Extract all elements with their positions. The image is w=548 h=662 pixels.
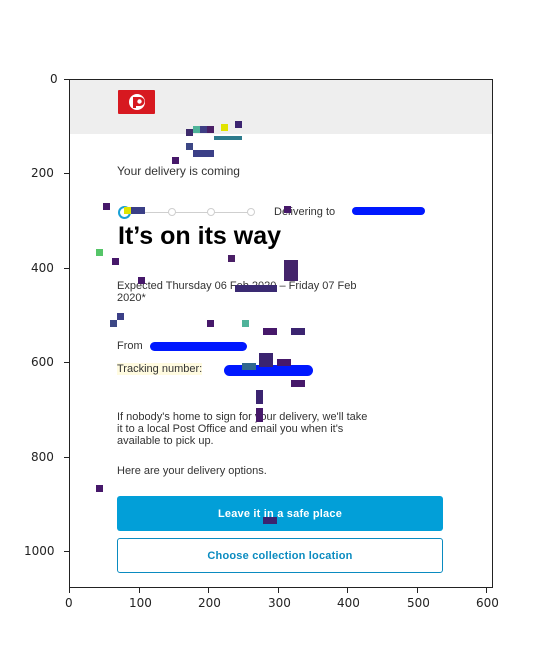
y-tick bbox=[64, 551, 69, 552]
header-text: Your delivery is coming bbox=[117, 164, 240, 178]
noise-pixel bbox=[284, 206, 291, 213]
noise-pixel bbox=[186, 129, 193, 136]
y-tick-label: 400 bbox=[31, 261, 54, 275]
tracking-label: Tracking number: bbox=[117, 363, 203, 375]
noise-pixel bbox=[256, 408, 263, 422]
x-tick bbox=[417, 588, 418, 593]
x-tick-label: 0 bbox=[65, 596, 73, 610]
noise-pixel bbox=[103, 203, 110, 210]
x-tick bbox=[69, 588, 70, 593]
noise-pixel bbox=[96, 485, 103, 492]
noise-pixel bbox=[263, 328, 277, 335]
noise-pixel bbox=[235, 121, 242, 128]
y-tick bbox=[64, 173, 69, 174]
noise-pixel bbox=[256, 390, 263, 404]
from-label: From bbox=[117, 340, 143, 352]
noise-pixel bbox=[207, 126, 214, 133]
x-tick bbox=[139, 588, 140, 593]
noise-pixel bbox=[138, 277, 145, 284]
x-tick bbox=[278, 588, 279, 593]
y-tick-label: 200 bbox=[31, 166, 54, 180]
y-tick-label: 0 bbox=[50, 72, 58, 86]
noise-pixel bbox=[186, 143, 193, 150]
y-tick-label: 600 bbox=[31, 355, 54, 369]
noise-pixel bbox=[259, 353, 273, 367]
redacted-sender bbox=[150, 342, 247, 351]
y-tick bbox=[64, 362, 69, 363]
noise-pixel bbox=[277, 359, 291, 366]
noise-pixel bbox=[200, 126, 207, 133]
noise-pixel bbox=[214, 136, 242, 140]
y-tick-label: 1000 bbox=[24, 544, 55, 558]
y-tick bbox=[64, 79, 69, 80]
expected-date-line-2: 2020* bbox=[117, 292, 146, 304]
y-tick-label: 800 bbox=[31, 450, 54, 464]
x-tick bbox=[208, 588, 209, 593]
x-tick-label: 400 bbox=[337, 596, 360, 610]
noise-pixel bbox=[131, 207, 145, 214]
noise-pixel bbox=[291, 380, 305, 387]
noise-pixel bbox=[193, 150, 214, 157]
x-tick-label: 300 bbox=[268, 596, 291, 610]
y-tick bbox=[64, 268, 69, 269]
plot-area: Your delivery is coming Delivering to It… bbox=[69, 79, 493, 588]
noise-pixel bbox=[96, 249, 103, 256]
progress-step bbox=[247, 208, 255, 216]
body-line-1: If nobody's home to sign for your delive… bbox=[117, 411, 368, 423]
noise-pixel bbox=[242, 363, 256, 370]
noise-pixel bbox=[117, 313, 124, 320]
noise-pixel bbox=[124, 207, 131, 214]
noise-pixel bbox=[235, 285, 277, 292]
headline: It’s on its way bbox=[118, 222, 282, 250]
noise-pixel bbox=[242, 320, 249, 327]
body-line-2: it to a local Post Office and email you … bbox=[117, 423, 344, 435]
noise-pixel bbox=[284, 260, 298, 281]
x-tick bbox=[486, 588, 487, 593]
redacted-address bbox=[352, 207, 425, 215]
choose-collection-location-button[interactable]: Choose collection location bbox=[117, 538, 443, 573]
noise-pixel bbox=[263, 517, 277, 524]
x-tick-label: 500 bbox=[407, 596, 430, 610]
noise-pixel bbox=[172, 157, 179, 164]
australia-post-logo bbox=[118, 90, 155, 114]
progress-step bbox=[207, 208, 215, 216]
noise-pixel bbox=[207, 320, 214, 327]
y-tick bbox=[64, 457, 69, 458]
x-tick-label: 600 bbox=[476, 596, 499, 610]
noise-pixel bbox=[110, 320, 117, 327]
noise-pixel bbox=[112, 258, 119, 265]
leave-in-safe-place-button[interactable]: Leave it in a safe place bbox=[117, 496, 443, 531]
progress-step bbox=[168, 208, 176, 216]
noise-pixel bbox=[193, 126, 200, 133]
noise-pixel bbox=[291, 328, 305, 335]
body-line-3: available to pick up. bbox=[117, 435, 214, 447]
noise-pixel bbox=[228, 255, 235, 262]
auspost-logo-icon bbox=[128, 94, 145, 110]
x-tick-label: 200 bbox=[198, 596, 221, 610]
delivery-options-text: Here are your delivery options. bbox=[117, 465, 267, 477]
x-tick-label: 100 bbox=[129, 596, 152, 610]
noise-pixel bbox=[221, 124, 228, 131]
x-tick bbox=[347, 588, 348, 593]
